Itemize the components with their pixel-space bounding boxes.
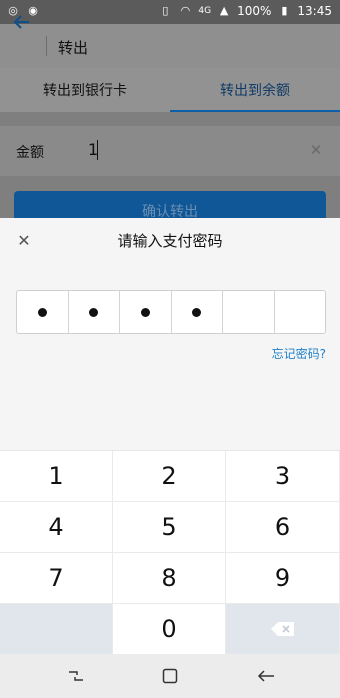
key-8[interactable]: 8: [113, 553, 226, 604]
text-caret: [97, 140, 98, 160]
home-icon[interactable]: [158, 664, 182, 688]
wifi-icon: ◠: [180, 4, 191, 17]
pin-cell: [172, 291, 223, 333]
forgot-password-link[interactable]: 忘记密码?: [272, 345, 326, 362]
key-2[interactable]: 2: [113, 451, 226, 502]
key-5[interactable]: 5: [113, 502, 226, 553]
pin-dot: [140, 307, 150, 317]
pin-cell: [17, 291, 69, 333]
key-7[interactable]: 7: [0, 553, 113, 604]
backspace-key[interactable]: [226, 604, 340, 655]
key-0[interactable]: 0: [113, 604, 226, 655]
tab-to-bank-card[interactable]: 转出到银行卡: [0, 68, 170, 112]
tab-bar: 转出到银行卡 转出到余额: [0, 68, 340, 112]
clock: 13:45: [297, 4, 332, 18]
key-6[interactable]: 6: [226, 502, 340, 553]
password-dialog: [0, 218, 340, 450]
pin-dot: [192, 307, 202, 317]
signal-icon: ▲: [219, 4, 229, 17]
backspace-icon: [270, 622, 294, 636]
key-9[interactable]: 9: [226, 553, 340, 604]
numeric-keypad: 1 2 3 4 5 6 7 8 9 0: [0, 450, 340, 655]
key-1[interactable]: 1: [0, 451, 113, 502]
vibrate-icon: ▯: [162, 4, 169, 17]
clear-icon[interactable]: ✕: [306, 140, 326, 160]
recent-apps-icon[interactable]: [64, 664, 88, 688]
amount-field[interactable]: [0, 126, 340, 176]
page-title: 转出: [58, 39, 89, 57]
battery-level: 100%: [237, 4, 272, 18]
amount-label: 金额: [16, 145, 44, 161]
pin-cell: [120, 291, 172, 333]
tab-label: 转出到银行卡: [43, 83, 127, 99]
pin-cell: [275, 291, 326, 333]
tab-to-balance[interactable]: 转出到余额: [170, 68, 340, 112]
key-4[interactable]: 4: [0, 502, 113, 553]
key-empty: [0, 604, 113, 655]
key-3[interactable]: 3: [226, 451, 340, 502]
arrow-left-icon: [13, 15, 29, 29]
dialog-title: 请输入支付密码: [117, 232, 223, 250]
pin-cell: [69, 291, 120, 333]
pin-cell: [223, 291, 275, 333]
back-nav-icon[interactable]: [254, 664, 278, 688]
system-nav-bar: [0, 654, 340, 698]
pin-input[interactable]: [16, 290, 326, 334]
pin-dot: [37, 307, 47, 317]
back-button[interactable]: [8, 8, 36, 36]
tab-label: 转出到余额: [220, 83, 290, 99]
status-bar: ◎ ◉ ▯ ◠ 4G ▲ 100% ▮ 13:45: [0, 0, 340, 24]
battery-icon: ▮: [281, 4, 288, 17]
pin-dot: [89, 307, 99, 317]
network-label: 4G: [198, 6, 212, 16]
appbar-divider: [46, 36, 47, 56]
close-icon[interactable]: ✕: [14, 230, 34, 250]
app-bar: [0, 24, 340, 68]
